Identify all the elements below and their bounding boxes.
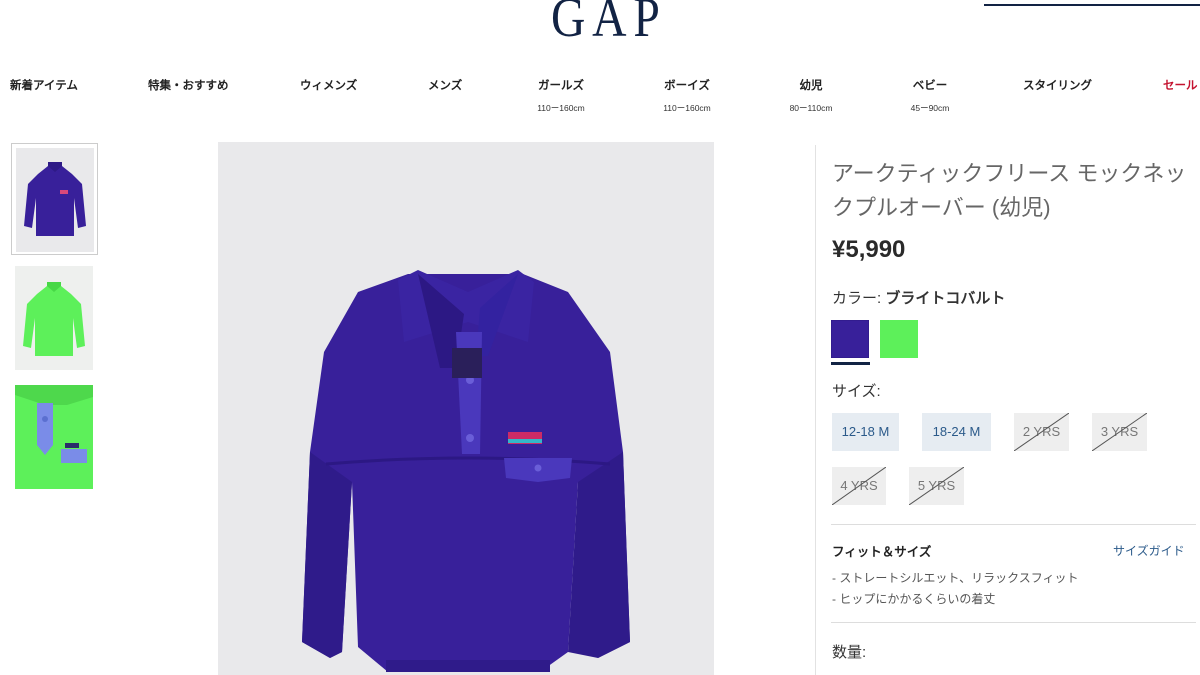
size-guide-link[interactable]: サイズガイド [1113, 542, 1185, 559]
product-title: アークティックフリース モックネックプルオーバー (幼児) [832, 161, 1187, 220]
color-label: カラー: [832, 290, 882, 307]
nav-item-womens[interactable]: ウィメンズ [300, 77, 357, 93]
soldout-slash-icon [1092, 413, 1147, 451]
nav-sublabel: 110ー160cm [663, 103, 711, 113]
size-option-4yrs[interactable]: 4 YRS [832, 467, 886, 505]
size-option-3yrs[interactable]: 3 YRS [1092, 413, 1147, 451]
thumbnail-front-cobalt[interactable] [11, 143, 98, 255]
size-option-2yrs[interactable]: 2 YRS [1014, 413, 1069, 451]
nav-item-baby[interactable]: ベビー 45ー90cm [904, 77, 956, 114]
nav-label: 新着アイテム [10, 80, 78, 92]
thumbnail-image [15, 266, 93, 370]
thumbnail-detail-green[interactable] [11, 381, 98, 493]
thumbnail-image [16, 148, 94, 252]
nav-label: 特集・おすすめ [148, 80, 229, 92]
nav-item-toddler[interactable]: 幼児 80ー110cm [781, 77, 841, 114]
nav-label: ボーイズ [664, 80, 710, 92]
nav-label: スタイリング [1023, 80, 1092, 92]
search-underline[interactable] [984, 4, 1200, 6]
nav-label: 幼児 [799, 80, 823, 92]
nav-item-features[interactable]: 特集・おすすめ [148, 77, 229, 93]
size-option-12-18m[interactable]: 12-18 M [832, 413, 899, 451]
section-divider [831, 622, 1196, 623]
fit-and-size-heading: フィット＆サイズ [832, 545, 932, 559]
gap-logo[interactable]: GAP [551, 0, 667, 50]
nav-label: ベビー [912, 80, 948, 92]
thumbnail-front-green[interactable] [11, 262, 98, 374]
product-price: ¥5,990 [832, 236, 906, 263]
fit-detail-line: - ストレートシルエット、リラックスフィット [832, 571, 1079, 585]
nav-sublabel: 110ー160cm [537, 103, 585, 113]
nav-label: メンズ [428, 80, 463, 92]
main-product-image[interactable] [218, 142, 714, 675]
soldout-slash-icon [832, 467, 886, 505]
color-selection-label: カラー: ブライトコバルト [832, 287, 1005, 308]
nav-sublabel: 80ー110cm [789, 103, 833, 113]
thumbnail-image [15, 385, 93, 489]
selected-swatch-indicator [831, 362, 870, 365]
size-label: サイズ: [832, 383, 881, 400]
swatch-cobalt[interactable] [830, 319, 870, 359]
nav-item-new[interactable]: 新着アイテム [10, 77, 78, 93]
size-option-label: 18-24 M [932, 424, 981, 439]
nav-item-styling[interactable]: スタイリング [1023, 77, 1092, 93]
nav-label: ガールズ [538, 80, 584, 92]
color-name: ブライトコバルト [885, 290, 1006, 307]
nav-item-girls[interactable]: ガールズ 110ー160cm [528, 77, 594, 114]
nav-item-mens[interactable]: メンズ [428, 77, 462, 93]
section-divider [831, 524, 1196, 525]
size-option-label: 12-18 M [841, 424, 890, 439]
quantity-label: 数量: [832, 644, 867, 661]
nav-label: ウィメンズ [300, 80, 358, 92]
panel-divider [815, 145, 816, 675]
nav-item-boys[interactable]: ボーイズ 110ー160cm [654, 77, 720, 114]
size-option-18-24m[interactable]: 18-24 M [922, 413, 991, 451]
nav-item-sale[interactable]: セール [1163, 77, 1198, 93]
fit-detail-line: - ヒップにかかるくらいの着丈 [832, 592, 996, 606]
soldout-slash-icon [1014, 413, 1069, 451]
size-option-5yrs[interactable]: 5 YRS [909, 467, 964, 505]
nav-label: セール [1163, 80, 1198, 92]
soldout-slash-icon [909, 467, 964, 505]
nav-sublabel: 45ー90cm [910, 103, 950, 113]
swatch-green[interactable] [880, 320, 918, 358]
